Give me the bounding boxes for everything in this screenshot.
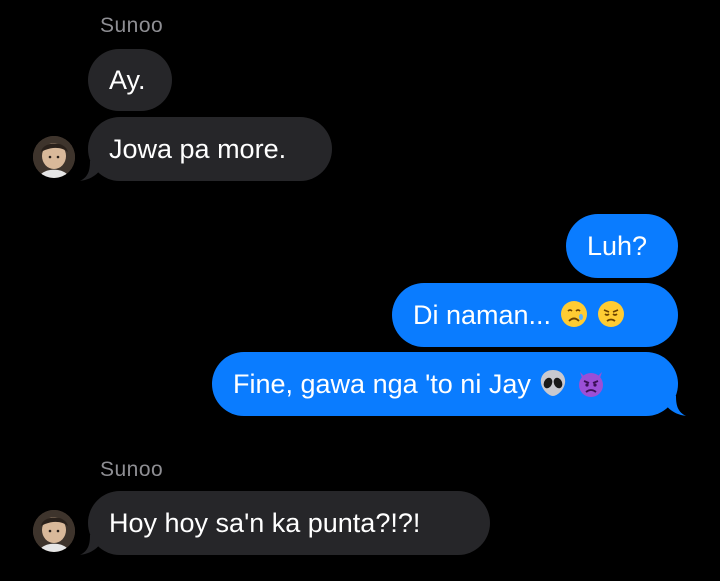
outgoing-message-bubble[interactable]: Fine, gawa nga 'to ni Jay bbox=[212, 352, 686, 416]
message-text: Di naman... bbox=[413, 300, 559, 330]
incoming-message-bubble[interactable]: Hoy hoy sa'n ka punta?!?! bbox=[80, 491, 490, 555]
avatar-photo-icon bbox=[33, 136, 75, 178]
message-text: Ay. bbox=[109, 65, 146, 95]
bubble-tail-icon bbox=[80, 535, 104, 555]
outgoing-message-bubble[interactable]: Di naman... bbox=[392, 283, 678, 347]
bubble-tail-icon bbox=[662, 396, 686, 416]
disappointed-face-icon bbox=[598, 301, 625, 328]
message-text: Hoy hoy sa'n ka punta?!?! bbox=[109, 508, 421, 538]
angry-devil-icon bbox=[578, 372, 603, 398]
incoming-message-bubble[interactable]: Ay. bbox=[88, 49, 172, 111]
message-text: Luh? bbox=[587, 231, 648, 261]
incoming-message-bubble[interactable]: Jowa pa more. bbox=[80, 117, 332, 181]
bubble-tail-icon bbox=[80, 161, 104, 181]
avatar[interactable] bbox=[33, 136, 75, 178]
message-text: Jowa pa more. bbox=[109, 134, 287, 164]
crying-face-icon bbox=[560, 301, 587, 328]
outgoing-message-bubble[interactable]: Luh? bbox=[566, 214, 678, 278]
message-text: Fine, gawa nga 'to ni Jay bbox=[233, 369, 539, 399]
avatar-photo-icon bbox=[33, 510, 75, 552]
sender-name: Sunoo bbox=[100, 458, 164, 481]
alien-icon bbox=[541, 370, 566, 397]
sender-name: Sunoo bbox=[100, 14, 164, 37]
avatar[interactable] bbox=[33, 510, 75, 552]
